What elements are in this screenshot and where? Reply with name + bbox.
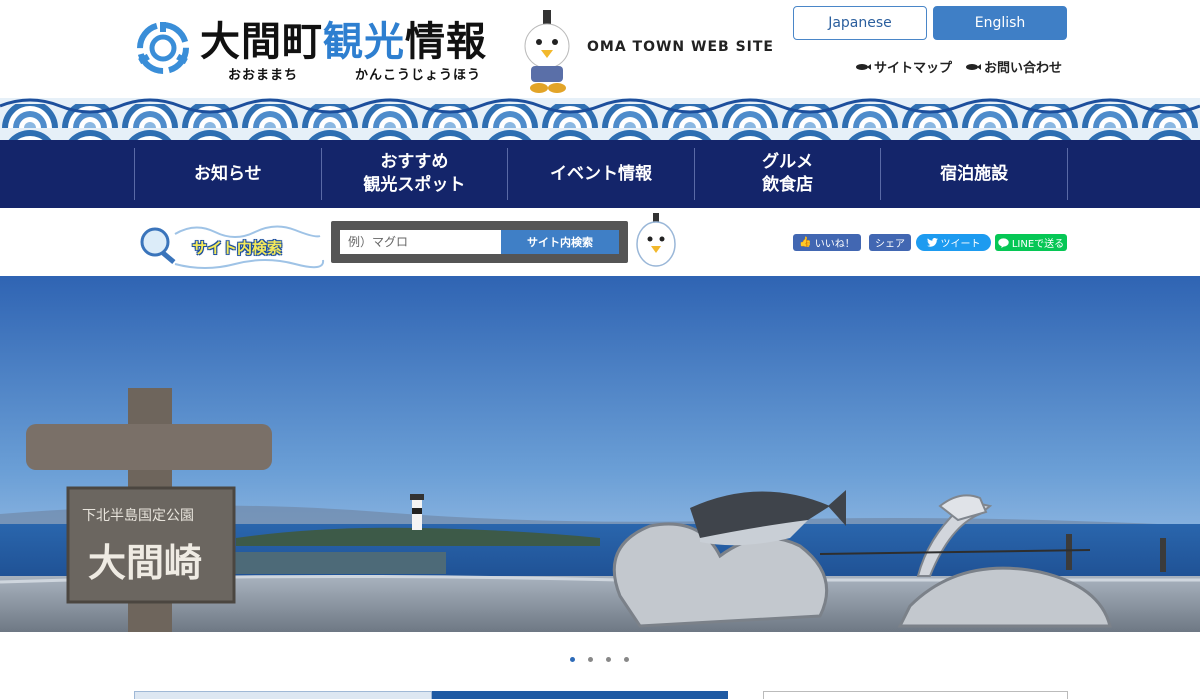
sitemap-link[interactable]: サイトマップ <box>855 57 952 76</box>
title-joho: 情報 <box>405 19 487 65</box>
content-tab-right[interactable] <box>432 691 728 699</box>
site-title[interactable]: 大間町観光情報 <box>200 18 487 66</box>
nav-item-label: イベント情報 <box>549 163 652 184</box>
nav-item-label-line2: 観光スポット <box>363 175 466 195</box>
sitemap-label: サイトマップ <box>874 61 953 76</box>
sign-large-text: 大間崎 <box>88 541 202 585</box>
twitter-bird-icon <box>926 238 938 247</box>
site-header: 大間町観光情報 おおままち かんこうじょうほう OMA TOWN WEB SIT… <box>0 0 1200 100</box>
search-bar-row: サイト内検索 サイト内検索 👍 いいね！ シェア ツイート LINEで送る <box>0 208 1200 276</box>
language-japanese-button[interactable]: Japanese <box>793 6 927 40</box>
site-name-en: OMA TOWN WEB SITE <box>587 39 774 55</box>
content-tab-left[interactable] <box>134 691 432 699</box>
title-town: 大間町 <box>200 19 323 65</box>
line-label: LINEで送る <box>1011 239 1065 250</box>
town-emblem-icon[interactable] <box>135 20 191 76</box>
nav-item-label: グルメ <box>762 152 814 172</box>
facebook-share-button[interactable]: シェア <box>869 234 911 251</box>
line-icon <box>998 237 1009 248</box>
carousel-dots <box>570 657 629 662</box>
search-badge-label: サイト内検索 <box>192 239 283 257</box>
search-form: サイト内検索 <box>331 221 628 263</box>
nav-item-label: お知らせ <box>193 163 262 184</box>
title-kanko: 観光 <box>323 19 405 65</box>
search-input[interactable] <box>340 230 501 254</box>
nav-item-label-line2: 飲食店 <box>762 175 814 195</box>
sign-small-text: 下北半島国定公園 <box>82 508 194 524</box>
mascot-icon <box>524 10 570 93</box>
page: 大間町観光情報 おおままち かんこうじょうほう OMA TOWN WEB SIT… <box>0 0 1200 699</box>
thumbs-up-icon: 👍 <box>799 237 812 248</box>
contact-label: お問い合わせ <box>984 61 1063 76</box>
nav-item-label: おすすめ <box>380 152 449 172</box>
title-ruby-info: かんこうじょうほう <box>355 68 482 83</box>
title-ruby-town: おおままち <box>228 68 299 83</box>
nav-item-recommended-spots[interactable]: おすすめ 観光スポット <box>322 148 509 200</box>
tweet-button[interactable]: ツイート <box>916 234 991 251</box>
carousel-dot[interactable] <box>606 657 611 662</box>
search-button[interactable]: サイト内検索 <box>501 230 619 254</box>
nav-list: お知らせ おすすめ 観光スポット イベント情報 グルメ 飲食店 宿泊施設 <box>134 148 1068 200</box>
nav-item-lodging[interactable]: 宿泊施設 <box>881 148 1068 200</box>
hero-image-oma-cape[interactable]: 下北半島国定公園 大間崎 <box>0 276 1200 632</box>
facebook-like-button[interactable]: 👍 いいね！ <box>793 234 861 251</box>
nav-item-events[interactable]: イベント情報 <box>508 148 695 200</box>
wave-pattern-banner <box>0 98 1200 140</box>
nav-item-news[interactable]: お知らせ <box>135 148 322 200</box>
main-navigation: お知らせ おすすめ 観光スポット イベント情報 グルメ 飲食店 宿泊施設 <box>0 140 1200 208</box>
like-label: いいね！ <box>814 239 855 250</box>
nav-item-label: 宿泊施設 <box>940 163 1009 184</box>
carousel-dot[interactable] <box>624 657 629 662</box>
mascot-icon <box>636 213 676 267</box>
line-share-button[interactable]: LINEで送る <box>995 234 1067 251</box>
contact-link[interactable]: お問い合わせ <box>965 57 1062 76</box>
nav-item-gourmet[interactable]: グルメ 飲食店 <box>695 148 882 200</box>
carousel-dot[interactable] <box>588 657 593 662</box>
tweet-label: ツイート <box>940 239 981 250</box>
carousel-dot[interactable] <box>570 657 575 662</box>
language-english-button[interactable]: English <box>933 6 1067 40</box>
sidebar-box <box>763 691 1068 699</box>
fish-icon <box>856 63 871 70</box>
fish-icon <box>966 63 981 70</box>
